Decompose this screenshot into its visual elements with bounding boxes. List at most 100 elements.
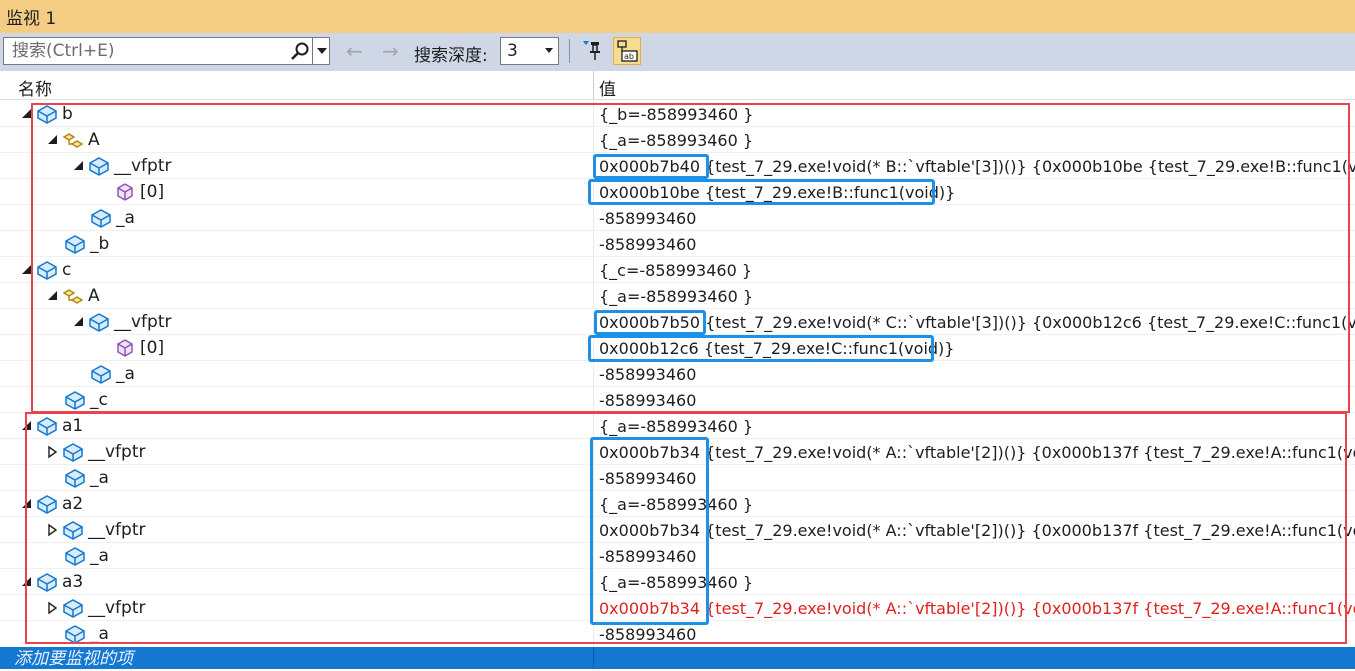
row-name: _c	[90, 390, 108, 410]
tree-row-vfptr[interactable]: __vfptr 0x000b7b34 {test_7_29.exe!void(*…	[0, 595, 1355, 621]
expanded-triangle-icon[interactable]	[72, 315, 86, 329]
row-name: __vfptr	[88, 520, 146, 540]
window-title: 监视 1	[6, 9, 57, 29]
expanded-triangle-icon[interactable]	[20, 107, 34, 121]
row-value[interactable]: 0x000b7b34 {test_7_29.exe!void(* A::`vft…	[599, 439, 1355, 465]
row-value[interactable]: -858993460	[599, 387, 696, 413]
svg-text:ab: ab	[624, 52, 634, 61]
row-value[interactable]: -858993460	[599, 465, 696, 491]
row-value[interactable]: -858993460	[599, 361, 696, 387]
add-watch-placeholder[interactable]: 添加要监视的项	[14, 647, 133, 671]
row-name: c	[62, 260, 72, 280]
object-cube-icon	[89, 157, 109, 176]
name-column-header[interactable]: 名称	[18, 75, 52, 100]
row-divider	[593, 127, 594, 153]
object-cube-icon	[91, 209, 111, 228]
row-value[interactable]: {_a=-858993460 }	[599, 127, 753, 153]
search-depth-select[interactable]: 3	[500, 37, 559, 65]
back-arrow-icon[interactable]: ←	[346, 39, 363, 63]
tree-row-field-a[interactable]: _a -858993460	[0, 543, 1355, 569]
tree-row-index-0[interactable]: [0] 0x000b12c6 {test_7_29.exe!C::func1(v…	[0, 335, 1355, 361]
tree-row-base-a[interactable]: A {_a=-858993460 }	[0, 283, 1355, 309]
tree-row-field-a[interactable]: _a -858993460	[0, 465, 1355, 491]
tree-row-field-b[interactable]: _b -858993460	[0, 231, 1355, 257]
row-value[interactable]: {_a=-858993460 }	[599, 283, 753, 309]
row-value[interactable]: 0x000b12c6 {test_7_29.exe!C::func1(void)…	[599, 335, 954, 361]
row-value[interactable]: -858993460	[599, 231, 696, 257]
row-name: __vfptr	[114, 312, 172, 332]
tree-row-vfptr[interactable]: __vfptr 0x000b7b34 {test_7_29.exe!void(*…	[0, 517, 1355, 543]
expanded-triangle-icon[interactable]	[20, 575, 34, 589]
forward-arrow-icon[interactable]: →	[382, 39, 399, 63]
method-cube-icon	[117, 183, 133, 201]
row-divider	[593, 543, 594, 569]
value-column-header[interactable]: 值	[599, 75, 616, 100]
tree-row-field-a[interactable]: _a -858993460	[0, 621, 1355, 647]
pin-icon[interactable]	[580, 37, 608, 65]
object-cube-icon	[37, 495, 57, 514]
object-cube-icon	[63, 521, 83, 540]
window-title-bar[interactable]: 监视 1	[0, 0, 1355, 33]
base-class-icon	[62, 289, 84, 304]
row-name: _a	[90, 624, 109, 644]
add-watch-row[interactable]: 添加要监视的项	[0, 647, 1355, 669]
collapsed-triangle-icon[interactable]	[46, 523, 60, 537]
expanded-triangle-icon[interactable]	[20, 263, 34, 277]
row-value[interactable]: {_a=-858993460 }	[599, 569, 753, 595]
expanded-triangle-icon[interactable]	[72, 159, 86, 173]
expanded-triangle-icon[interactable]	[20, 419, 34, 433]
collapsed-triangle-icon[interactable]	[46, 445, 60, 459]
row-name: A	[88, 130, 100, 150]
view-mode-toggle-button[interactable]: ab	[613, 37, 641, 65]
tree-row-vfptr[interactable]: __vfptr 0x000b7b40 {test_7_29.exe!void(*…	[0, 153, 1355, 179]
tree-row-vfptr[interactable]: __vfptr 0x000b7b50 {test_7_29.exe!void(*…	[0, 309, 1355, 335]
row-divider	[593, 387, 594, 413]
row-name: [0]	[140, 182, 165, 202]
tree-row-field-a[interactable]: _a -858993460	[0, 205, 1355, 231]
expanded-triangle-icon[interactable]	[46, 289, 60, 303]
row-value[interactable]: {_b=-858993460 }	[599, 101, 753, 127]
chevron-down-icon	[545, 48, 553, 53]
search-box[interactable]	[3, 37, 330, 65]
tree-row-field-a[interactable]: _a -858993460	[0, 361, 1355, 387]
row-name: a2	[62, 494, 84, 514]
tree-row-index-0[interactable]: [0] 0x000b10be {test_7_29.exe!B::func1(v…	[0, 179, 1355, 205]
tree-row-c[interactable]: c {_c=-858993460 }	[0, 257, 1355, 283]
tree-row-a2[interactable]: a2 {_a=-858993460 }	[0, 491, 1355, 517]
row-divider	[593, 101, 594, 127]
row-value-changed[interactable]: 0x000b7b34 {test_7_29.exe!void(* A::`vft…	[599, 595, 1355, 621]
base-class-icon	[62, 133, 84, 148]
row-value[interactable]: -858993460	[599, 621, 696, 647]
tree-row-a1[interactable]: a1 {_a=-858993460 }	[0, 413, 1355, 439]
row-value[interactable]: 0x000b7b50 {test_7_29.exe!void(* C::`vft…	[599, 309, 1355, 335]
row-value[interactable]: -858993460	[599, 543, 696, 569]
tree-row-a3[interactable]: a3 {_a=-858993460 }	[0, 569, 1355, 595]
object-cube-icon	[37, 417, 57, 436]
row-value[interactable]: {_a=-858993460 }	[599, 491, 753, 517]
row-value[interactable]: 0x000b7b40 {test_7_29.exe!void(* B::`vft…	[599, 153, 1355, 179]
collapsed-triangle-icon[interactable]	[46, 601, 60, 615]
row-value[interactable]: -858993460	[599, 205, 696, 231]
tree-row-field-c[interactable]: _c -858993460	[0, 387, 1355, 413]
expanded-triangle-icon[interactable]	[46, 133, 60, 147]
tree-row-vfptr[interactable]: __vfptr 0x000b7b34 {test_7_29.exe!void(*…	[0, 439, 1355, 465]
row-divider	[593, 569, 594, 595]
row-value[interactable]: 0x000b10be {test_7_29.exe!B::func1(void)…	[599, 179, 955, 205]
search-input[interactable]	[10, 40, 284, 62]
object-cube-icon	[89, 313, 109, 332]
row-divider	[593, 231, 594, 257]
search-options-dropdown[interactable]	[312, 38, 331, 64]
row-value[interactable]: {_a=-858993460 }	[599, 413, 753, 439]
object-cube-icon	[63, 599, 83, 618]
search-icon[interactable]	[290, 41, 310, 61]
row-value[interactable]: {_c=-858993460 }	[599, 257, 752, 283]
method-cube-icon	[117, 339, 133, 357]
row-value[interactable]: 0x000b7b34 {test_7_29.exe!void(* A::`vft…	[599, 517, 1355, 543]
row-divider	[593, 465, 594, 491]
expanded-triangle-icon[interactable]	[20, 497, 34, 511]
tree-row-b[interactable]: b {_b=-858993460 }	[0, 101, 1355, 127]
object-cube-icon	[63, 443, 83, 462]
column-header: 名称 值	[0, 71, 1355, 100]
tree-row-base-a[interactable]: A {_a=-858993460 }	[0, 127, 1355, 153]
column-divider[interactable]	[593, 71, 594, 99]
